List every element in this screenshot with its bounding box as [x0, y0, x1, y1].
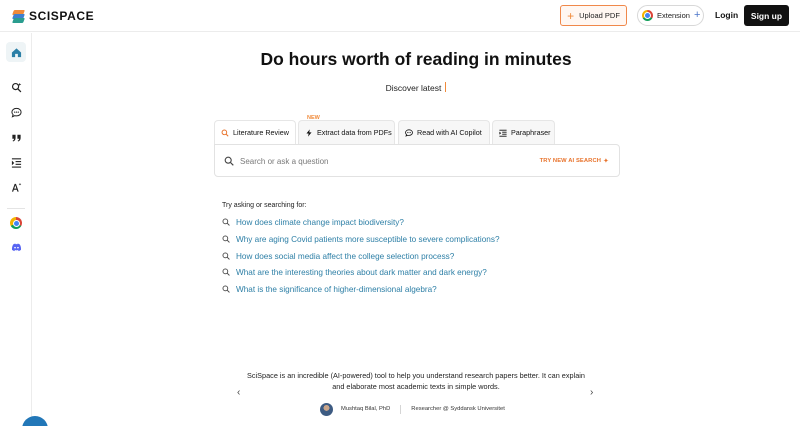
discord-icon: [11, 243, 21, 251]
carousel-next-button[interactable]: ›: [590, 387, 593, 398]
top-header: SCISPACE + Upload PDF Extension + Login …: [0, 0, 800, 32]
sidebar-item-chrome-extension[interactable]: [6, 213, 26, 233]
brand-logo[interactable]: SCISPACE: [12, 8, 94, 24]
suggestion-item[interactable]: What are the interesting theories about …: [222, 266, 487, 278]
plus-icon: +: [567, 8, 575, 23]
search-input[interactable]: [240, 153, 520, 170]
sidebar-item-ai-detector[interactable]: [6, 177, 26, 197]
search-sparkle-icon: [11, 82, 21, 92]
suggestion-text: Why are aging Covid patients more suscep…: [236, 234, 500, 244]
suggestion-item[interactable]: How does climate change impact biodivers…: [222, 216, 404, 228]
sidebar-divider: [7, 208, 25, 209]
search-icon: [222, 268, 230, 276]
left-sidebar: [0, 33, 32, 426]
suggestion-text: How does climate change impact biodivers…: [236, 217, 404, 227]
lightning-icon: [306, 128, 312, 137]
scispace-logo-icon: [12, 9, 25, 23]
signup-button[interactable]: Sign up: [744, 5, 789, 26]
sparkle-icon: ✦: [603, 158, 609, 165]
sidebar-item-paraphraser[interactable]: [6, 152, 26, 172]
login-button[interactable]: Login: [715, 10, 738, 20]
search-icon: [222, 252, 230, 260]
text-ai-icon: [11, 182, 21, 192]
testimonial-quote: SciSpace is an incredible (AI-powered) t…: [247, 371, 585, 391]
author-name: Mushtaq Bilal, PhD: [341, 406, 391, 412]
suggestion-text: What are the interesting theories about …: [236, 267, 487, 277]
avatar: [320, 402, 333, 416]
tab-ai-copilot[interactable]: Read with AI Copilot: [398, 120, 490, 144]
chevron-right-icon: ›: [590, 387, 594, 398]
search-icon: [221, 129, 229, 137]
tab-label: Paraphraser: [511, 128, 551, 137]
sidebar-item-citations[interactable]: [6, 127, 26, 147]
quote-icon: [11, 134, 21, 141]
tab-label: Read with AI Copilot: [417, 128, 482, 137]
search-icon: [222, 218, 230, 226]
page-title: Do hours worth of reading in minutes: [260, 49, 572, 69]
upload-pdf-label: Upload PDF: [579, 11, 620, 20]
extension-button[interactable]: Extension +: [637, 5, 704, 26]
typing-cursor: [445, 82, 447, 92]
tab-label: Literature Review: [233, 128, 289, 137]
author-divider: [400, 404, 402, 414]
hero-subtitle-text: Discover latest: [385, 83, 442, 93]
list-indent-icon: [11, 157, 21, 168]
search-icon: [222, 285, 230, 293]
home-icon: [11, 47, 21, 57]
suggestion-item[interactable]: How does social media affect the college…: [222, 250, 454, 262]
list-indent-icon: [499, 129, 507, 137]
chat-bubble-icon: [10, 107, 22, 118]
search-icon: [222, 235, 230, 243]
chrome-icon: [642, 10, 653, 21]
upload-pdf-button[interactable]: + Upload PDF: [560, 5, 627, 26]
sidebar-item-search[interactable]: [6, 77, 26, 97]
tab-label: Extract data from PDFs: [317, 128, 392, 137]
sidebar-item-discord[interactable]: [6, 237, 26, 257]
sidebar-item-home[interactable]: [6, 42, 26, 62]
suggestion-item[interactable]: What is the significance of higher-dimen…: [222, 283, 437, 295]
plus-icon: +: [693, 9, 701, 21]
hero-subtitle: Discover latest: [32, 82, 800, 93]
search-icon: [224, 156, 234, 166]
author-role: Researcher @ Syddansk Universitet: [411, 406, 505, 412]
brand-name: SCISPACE: [29, 9, 95, 23]
extension-label: Extension: [657, 11, 690, 20]
testimonial-author: Mushtaq Bilal, PhD Researcher @ Syddansk…: [320, 402, 505, 416]
suggestion-text: What is the significance of higher-dimen…: [236, 284, 437, 294]
search-box: TRY NEW AI SEARCH ✦: [214, 144, 620, 177]
try-ai-search-button[interactable]: TRY NEW AI SEARCH ✦: [540, 157, 609, 165]
sidebar-item-chat[interactable]: [6, 102, 26, 122]
try-ai-search-label: TRY NEW AI SEARCH: [539, 158, 602, 164]
tab-extract-data[interactable]: Extract data from PDFs: [298, 120, 395, 144]
suggestion-item[interactable]: Why are aging Covid patients more suscep…: [222, 233, 500, 245]
chat-bubble-icon: [405, 128, 413, 137]
chrome-icon: [10, 217, 22, 229]
tab-paraphraser[interactable]: Paraphraser: [492, 120, 555, 144]
tab-literature-review[interactable]: Literature Review: [214, 120, 296, 144]
suggestion-text: How does social media affect the college…: [236, 251, 455, 261]
suggestions-heading: Try asking or searching for:: [222, 202, 307, 209]
